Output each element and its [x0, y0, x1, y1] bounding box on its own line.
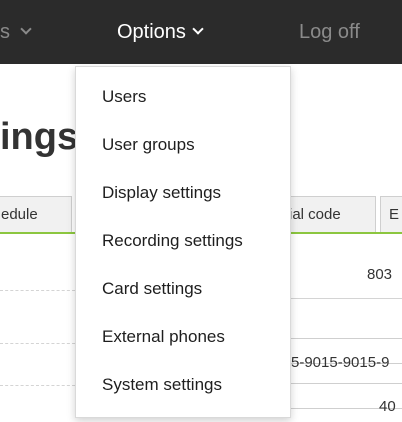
tab-dial-code[interactable]: ial code [282, 196, 376, 232]
nav-menu-options-label: Options [117, 21, 186, 43]
chevron-down-icon [22, 25, 30, 33]
menu-item-user-groups[interactable]: User groups [76, 121, 290, 169]
menu-item-system-settings[interactable]: System settings [76, 361, 290, 409]
page-title: ings [0, 116, 79, 158]
nav-menu-previous-label: s [0, 21, 10, 43]
menu-item-external-phones[interactable]: External phones [76, 313, 290, 361]
tab-extra[interactable]: E [380, 196, 402, 232]
row-divider [0, 290, 75, 291]
chevron-down-icon [194, 25, 202, 33]
field-3[interactable]: 40 [282, 383, 402, 415]
row-divider [0, 385, 75, 386]
field-2-value: 5-9015-9015-9 [291, 354, 390, 371]
menu-item-display-settings[interactable]: Display settings [76, 169, 290, 217]
menu-item-card-settings[interactable]: Card settings [76, 265, 290, 313]
top-navbar: s Options Log off [0, 0, 402, 64]
field-2-text: 5-9015-9015-9 [282, 351, 402, 377]
options-dropdown-menu: Users User groups Display settings Recor… [75, 66, 291, 418]
tab-schedule[interactable]: edule [0, 196, 72, 232]
row-divider [0, 343, 75, 344]
field-1-value: 803 [367, 266, 393, 283]
logoff-label: Log off [299, 21, 360, 43]
field-3-value: 40 [379, 398, 396, 415]
menu-item-users[interactable]: Users [76, 73, 290, 121]
nav-menu-previous[interactable]: s [0, 0, 30, 64]
nav-menu-options[interactable]: Options [117, 0, 202, 64]
menu-item-recording-settings[interactable]: Recording settings [76, 217, 290, 265]
logoff-link[interactable]: Log off [299, 0, 360, 64]
field-1[interactable]: 803 [290, 262, 402, 288]
field-underline [290, 298, 402, 299]
